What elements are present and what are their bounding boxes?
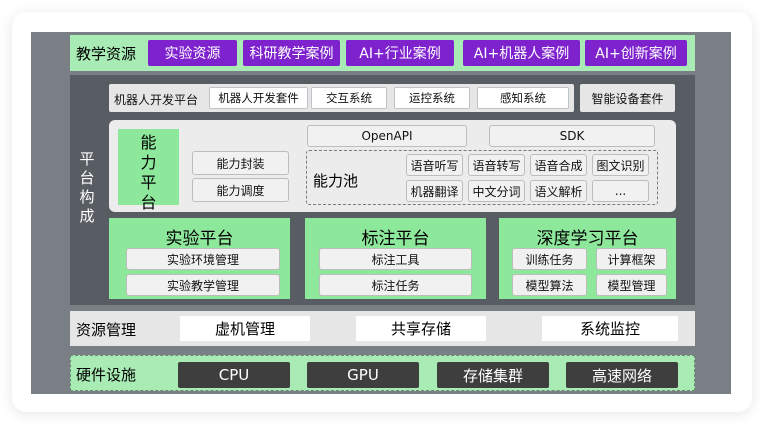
pool-chinese-segmentation: 中文分词 bbox=[468, 180, 525, 202]
hardware-label: 硬件设施 bbox=[76, 366, 137, 384]
robot-dev-kit: 机器人开发套件 bbox=[209, 87, 308, 109]
hardware-storage-cluster: 存储集群 bbox=[437, 362, 549, 388]
model-algorithms: 模型算法 bbox=[512, 274, 587, 296]
deep-learning-platform-title: 深度学习平台 bbox=[536, 229, 639, 249]
pool-speech-synthesis: 语音合成 bbox=[530, 154, 587, 176]
pool-speech-transcription: 语音转写 bbox=[468, 154, 525, 176]
pool-more: ... bbox=[592, 180, 649, 202]
model-management: 模型管理 bbox=[596, 274, 667, 296]
hardware-gpu: GPU bbox=[307, 362, 419, 388]
annotation-tools: 标注工具 bbox=[319, 248, 472, 270]
openapi-box: OpenAPI bbox=[307, 125, 467, 147]
robot-dev-platform-label: 机器人开发平台 bbox=[114, 93, 199, 107]
capability-platform-title: 能力平台 bbox=[140, 133, 157, 212]
resource-ai-robot: AI+机器人案例 bbox=[463, 40, 580, 66]
perception-system: 感知系统 bbox=[477, 87, 569, 109]
resource-mgmt-label: 资源管理 bbox=[76, 321, 137, 339]
resource-ai-innovation: AI+创新案例 bbox=[585, 40, 687, 66]
pool-semantic-parsing: 语义解析 bbox=[530, 180, 587, 202]
capability-scheduling: 能力调度 bbox=[192, 178, 289, 202]
capability-platform-box: 能力平台 bbox=[118, 129, 179, 212]
motion-control-system: 运控系统 bbox=[394, 87, 470, 109]
capability-encapsulation: 能力封装 bbox=[192, 151, 289, 175]
sdk-box: SDK bbox=[489, 125, 655, 147]
annotation-platform-title: 标注平台 bbox=[361, 229, 430, 249]
hardware-cpu: CPU bbox=[178, 362, 290, 388]
capability-pool-label: 能力池 bbox=[313, 172, 359, 190]
experiment-env-mgmt: 实验环境管理 bbox=[126, 248, 280, 270]
shared-storage: 共享存储 bbox=[356, 316, 486, 341]
pool-image-text-recognition: 图文识别 bbox=[592, 154, 649, 176]
interaction-system: 交互系统 bbox=[311, 87, 387, 109]
training-tasks: 训练任务 bbox=[512, 248, 587, 270]
hardware-highspeed-network: 高速网络 bbox=[566, 362, 678, 388]
experiment-teaching-mgmt: 实验教学管理 bbox=[126, 274, 280, 296]
resource-research-cases: 科研教学案例 bbox=[243, 40, 340, 66]
resource-experiment: 实验资源 bbox=[148, 40, 237, 66]
compute-frameworks: 计算框架 bbox=[596, 248, 667, 270]
vm-management: 虚机管理 bbox=[180, 316, 310, 341]
pool-machine-translation: 机器翻译 bbox=[406, 180, 463, 202]
annotation-tasks: 标注任务 bbox=[319, 274, 472, 296]
teaching-resources-label: 教学资源 bbox=[76, 45, 137, 63]
experiment-platform-title: 实验平台 bbox=[165, 229, 234, 249]
system-monitoring: 系统监控 bbox=[542, 316, 678, 341]
smart-device-kit: 智能设备套件 bbox=[580, 84, 675, 112]
platform-label: 平台构成 bbox=[79, 150, 95, 225]
resource-ai-industry: AI+行业案例 bbox=[346, 40, 454, 66]
pool-speech-dictation: 语音听写 bbox=[406, 154, 463, 176]
